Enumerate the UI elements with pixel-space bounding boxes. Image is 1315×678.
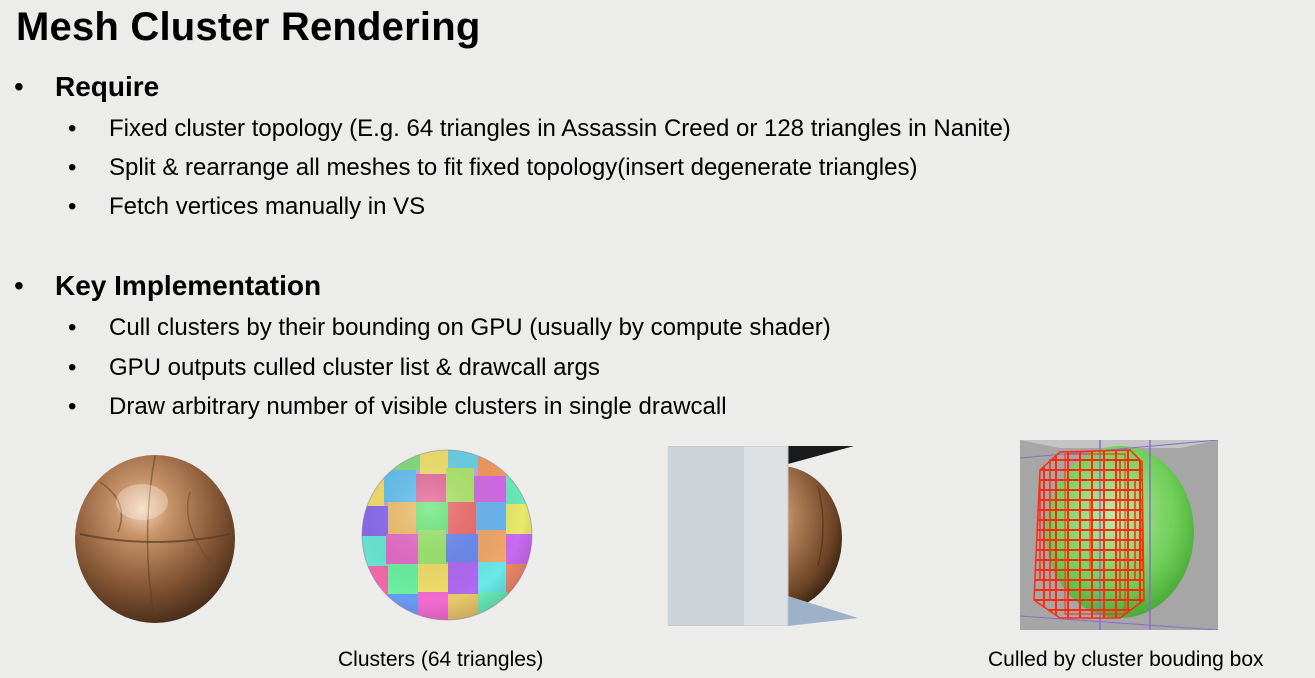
list-item-text: Draw arbitrary number of visible cluster…: [109, 393, 727, 420]
culled-bbox-image: [1020, 440, 1218, 630]
bullet-icon: •: [68, 354, 77, 381]
list-item-text: Fixed cluster topology (E.g. 64 triangle…: [109, 115, 1011, 142]
list-item-text: Cull clusters by their bounding on GPU (…: [109, 314, 831, 341]
cluster-sphere-image: [361, 449, 533, 621]
section-heading: Require: [55, 71, 160, 102]
occlusion-image: [668, 446, 858, 626]
caption-clusters: Clusters (64 triangles): [338, 648, 544, 671]
bullet-icon: •: [68, 193, 77, 220]
bronze-sphere-image: [75, 455, 235, 623]
list-item-text: GPU outputs culled cluster list & drawca…: [109, 354, 600, 381]
bullet-icon: •: [68, 314, 77, 341]
section-heading: Key Implementation: [55, 270, 322, 301]
caption-culled: Culled by cluster bouding box: [988, 648, 1264, 671]
list-item-text: Split & rearrange all meshes to fit fixe…: [109, 154, 918, 181]
bullet-icon: •: [14, 270, 24, 301]
bullet-icon: •: [68, 393, 77, 420]
list-item-text: Fetch vertices manually in VS: [109, 193, 426, 220]
bullet-icon: •: [68, 154, 77, 181]
bullet-icon: •: [14, 71, 24, 102]
slide-title: Mesh Cluster Rendering: [16, 5, 481, 49]
bullet-icon: •: [68, 115, 77, 142]
